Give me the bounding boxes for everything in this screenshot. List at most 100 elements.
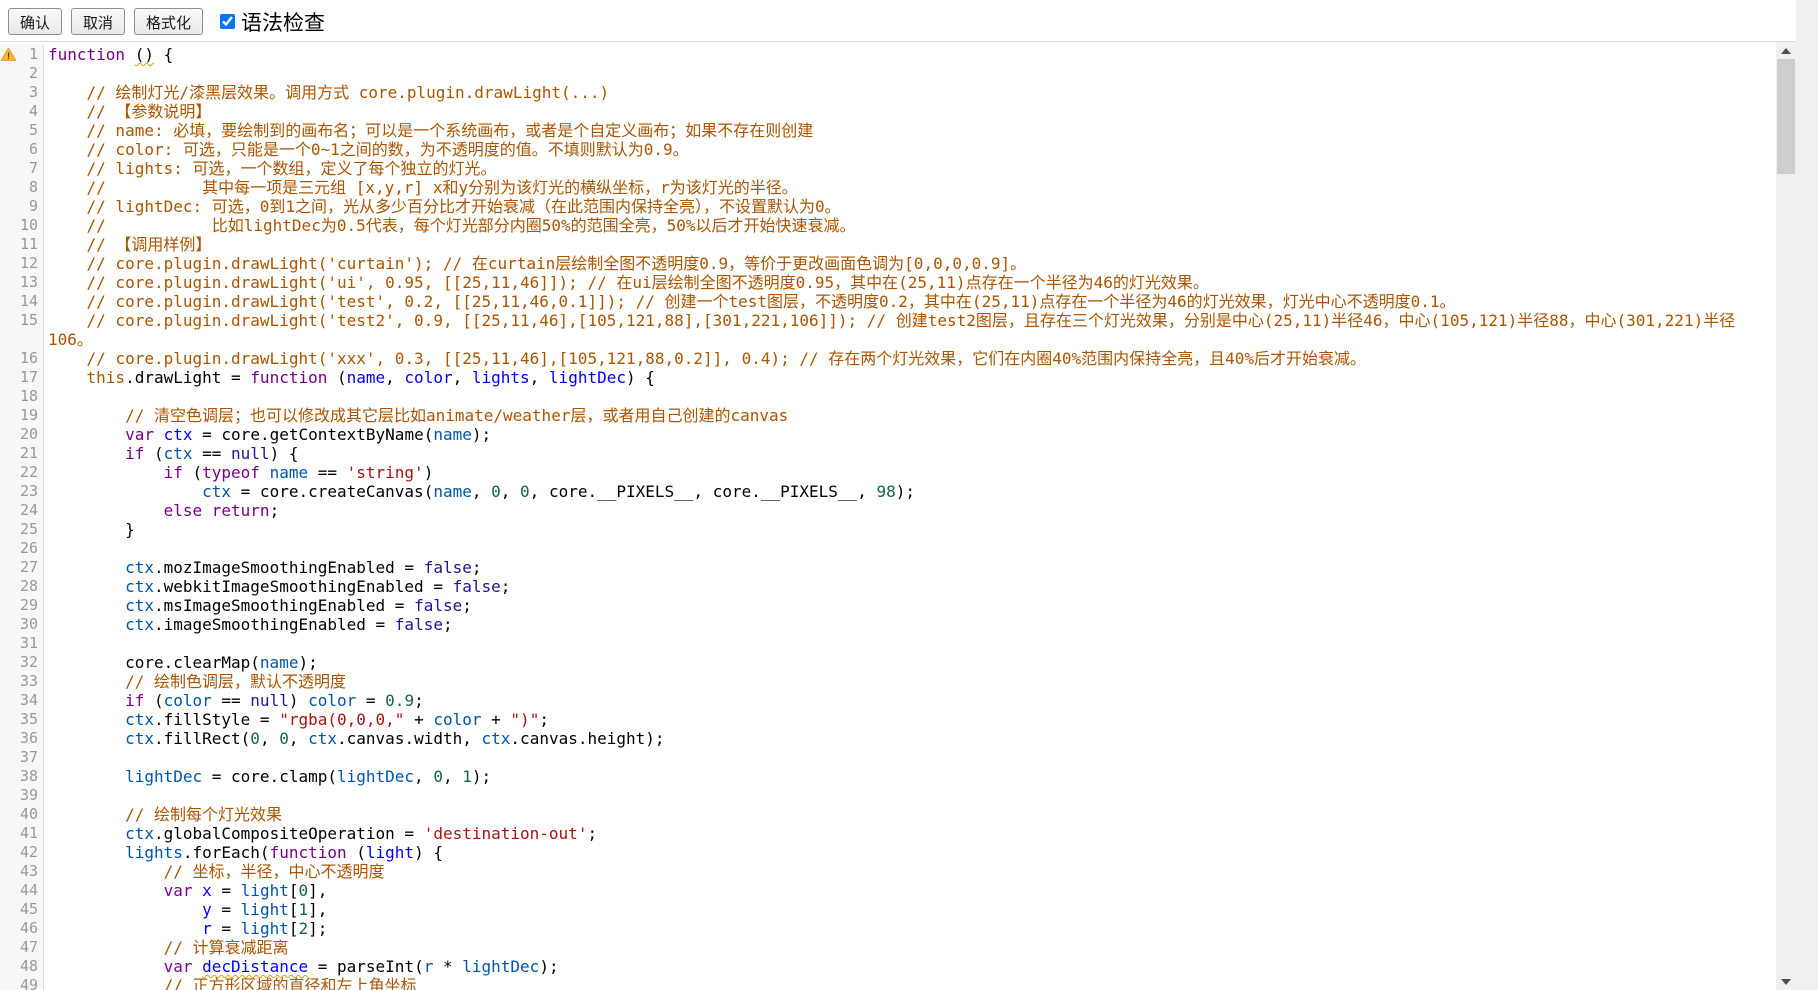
code-line[interactable]: 43 // 坐标，半径，中心不透明度 — [0, 862, 1776, 881]
code-line[interactable]: 20 var ctx = core.getContextByName(name)… — [0, 425, 1776, 444]
line-gutter: 20 — [0, 425, 44, 444]
code-line-text: // lights: 可选，一个数组，定义了每个独立的灯光。 — [44, 159, 1776, 178]
code-line[interactable]: 14 // core.plugin.drawLight('test', 0.2,… — [0, 292, 1776, 311]
lint-marker — [0, 463, 17, 482]
line-gutter: 43 — [0, 862, 44, 881]
code-line[interactable]: 29 ctx.msImageSmoothingEnabled = false; — [0, 596, 1776, 615]
code-line[interactable]: 28 ctx.webkitImageSmoothingEnabled = fal… — [0, 577, 1776, 596]
line-gutter: 38 — [0, 767, 44, 786]
lint-marker — [0, 64, 17, 83]
code-line-text: // core.plugin.drawLight('curtain'); // … — [44, 254, 1776, 273]
code-line[interactable]: 26 — [0, 539, 1776, 558]
code-line[interactable]: 4 // 【参数说明】 — [0, 102, 1776, 121]
line-gutter: 40 — [0, 805, 44, 824]
lint-marker — [0, 862, 17, 881]
line-gutter: 39 — [0, 786, 44, 805]
lint-marker — [0, 406, 17, 425]
code-line[interactable]: 17 this.drawLight = function (name, colo… — [0, 368, 1776, 387]
code-line[interactable]: 48 var decDistance = parseInt(r * lightD… — [0, 957, 1776, 976]
lint-marker — [0, 824, 17, 843]
line-gutter: 26 — [0, 539, 44, 558]
format-button[interactable]: 格式化 — [134, 8, 203, 35]
cancel-button[interactable]: 取消 — [71, 8, 125, 35]
code-line[interactable]: 35 ctx.fillStyle = "rgba(0,0,0," + color… — [0, 710, 1776, 729]
code-line[interactable]: 40 // 绘制每个灯光效果 — [0, 805, 1776, 824]
confirm-button[interactable]: 确认 — [8, 8, 62, 35]
code-line[interactable]: 38 lightDec = core.clamp(lightDec, 0, 1)… — [0, 767, 1776, 786]
line-number: 40 — [17, 805, 43, 824]
line-number: 48 — [17, 957, 43, 976]
code-line[interactable]: 7 // lights: 可选，一个数组，定义了每个独立的灯光。 — [0, 159, 1776, 178]
vertical-scrollbar[interactable] — [1776, 42, 1796, 990]
code-line[interactable]: 10 // 比如lightDec为0.5代表，每个灯光部分内圈50%的范围全亮，… — [0, 216, 1776, 235]
code-line[interactable]: 46 r = light[2]; — [0, 919, 1776, 938]
line-gutter: 36 — [0, 729, 44, 748]
lint-marker — [0, 900, 17, 919]
code-line[interactable]: 45 y = light[1], — [0, 900, 1776, 919]
line-gutter: 6 — [0, 140, 44, 159]
code-line-text: ctx.msImageSmoothingEnabled = false; — [44, 596, 1776, 615]
code-line[interactable]: 41 ctx.globalCompositeOperation = 'desti… — [0, 824, 1776, 843]
line-gutter: 12 — [0, 254, 44, 273]
code-line-text: // 计算衰减距离 — [44, 938, 1776, 957]
code-line[interactable]: 11 // 【调用样例】 — [0, 235, 1776, 254]
lint-marker — [0, 843, 17, 862]
code-line[interactable]: 27 ctx.mozImageSmoothingEnabled = false; — [0, 558, 1776, 577]
lint-marker — [0, 558, 17, 577]
code-line[interactable]: 23 ctx = core.createCanvas(name, 0, 0, c… — [0, 482, 1776, 501]
code-line[interactable]: 25 } — [0, 520, 1776, 539]
code-line[interactable]: 24 else return; — [0, 501, 1776, 520]
code-line[interactable]: 5 // name: 必填，要绘制到的画布名；可以是一个系统画布，或者是个自定义… — [0, 121, 1776, 140]
code-line[interactable]: 37 — [0, 748, 1776, 767]
code-line[interactable]: 39 — [0, 786, 1776, 805]
code-line[interactable]: 44 var x = light[0], — [0, 881, 1776, 900]
code-line[interactable]: 42 lights.forEach(function (light) { — [0, 843, 1776, 862]
code-line[interactable]: !1function () { — [0, 45, 1776, 64]
syntax-check-checkbox[interactable] — [220, 14, 235, 29]
code-line[interactable]: 13 // core.plugin.drawLight('ui', 0.95, … — [0, 273, 1776, 292]
code-line[interactable]: 19 // 清空色调层；也可以修改成其它层比如animate/weather层，… — [0, 406, 1776, 425]
code-line[interactable]: 22 if (typeof name == 'string') — [0, 463, 1776, 482]
scrollbar-down-arrow[interactable] — [1776, 973, 1796, 990]
line-number: 17 — [17, 368, 43, 387]
line-gutter: 35 — [0, 710, 44, 729]
line-number: 24 — [17, 501, 43, 520]
line-gutter: 48 — [0, 957, 44, 976]
lint-marker — [0, 178, 17, 197]
code-line[interactable]: 2 — [0, 64, 1776, 83]
code-line[interactable]: 18 — [0, 387, 1776, 406]
line-gutter: 17 — [0, 368, 44, 387]
scrollbar-thumb[interactable] — [1777, 59, 1795, 174]
code-line[interactable]: 36 ctx.fillRect(0, 0, ctx.canvas.width, … — [0, 729, 1776, 748]
code-line-text: lightDec = core.clamp(lightDec, 0, 1); — [44, 767, 1776, 786]
lint-marker — [0, 881, 17, 900]
lint-marker — [0, 425, 17, 444]
code-line[interactable]: 31 — [0, 634, 1776, 653]
code-line[interactable]: 21 if (ctx == null) { — [0, 444, 1776, 463]
code-line-text: else return; — [44, 501, 1776, 520]
code-line[interactable]: 49 // 正方形区域的直径和左上角坐标 — [0, 976, 1776, 990]
code-line[interactable]: 9 // lightDec: 可选，0到1之间，光从多少百分比才开始衰减（在此范… — [0, 197, 1776, 216]
line-gutter: 23 — [0, 482, 44, 501]
code-line[interactable]: 3 // 绘制灯光/漆黑层效果。调用方式 core.plugin.drawLig… — [0, 83, 1776, 102]
code-area[interactable]: !1function () {23 // 绘制灯光/漆黑层效果。调用方式 cor… — [0, 42, 1776, 990]
code-line[interactable]: 16 // core.plugin.drawLight('xxx', 0.3, … — [0, 349, 1776, 368]
scrollbar-up-arrow[interactable] — [1776, 42, 1796, 59]
code-line[interactable]: 33 // 绘制色调层，默认不透明度 — [0, 672, 1776, 691]
code-line-text: ctx.fillStyle = "rgba(0,0,0," + color + … — [44, 710, 1776, 729]
lint-marker — [0, 140, 17, 159]
code-line[interactable]: 47 // 计算衰减距离 — [0, 938, 1776, 957]
line-number: 29 — [17, 596, 43, 615]
triangle-down-icon — [1781, 979, 1791, 985]
code-line[interactable]: 8 // 其中每一项是三元组 [x,y,r] x和y分别为该灯光的横纵坐标，r为… — [0, 178, 1776, 197]
code-line[interactable]: 6 // color: 可选，只能是一个0~1之间的数，为不透明度的值。不填则默… — [0, 140, 1776, 159]
code-line[interactable]: 32 core.clearMap(name); — [0, 653, 1776, 672]
code-line[interactable]: 34 if (color == null) color = 0.9; — [0, 691, 1776, 710]
code-line[interactable]: 12 // core.plugin.drawLight('curtain'); … — [0, 254, 1776, 273]
lint-marker — [0, 83, 17, 102]
line-number: 47 — [17, 938, 43, 957]
syntax-check-toggle: 语法检查 — [220, 7, 325, 37]
code-line[interactable]: 15 // core.plugin.drawLight('test2', 0.9… — [0, 311, 1776, 349]
code-line[interactable]: 30 ctx.imageSmoothingEnabled = false; — [0, 615, 1776, 634]
code-line-text: if (typeof name == 'string') — [44, 463, 1776, 482]
